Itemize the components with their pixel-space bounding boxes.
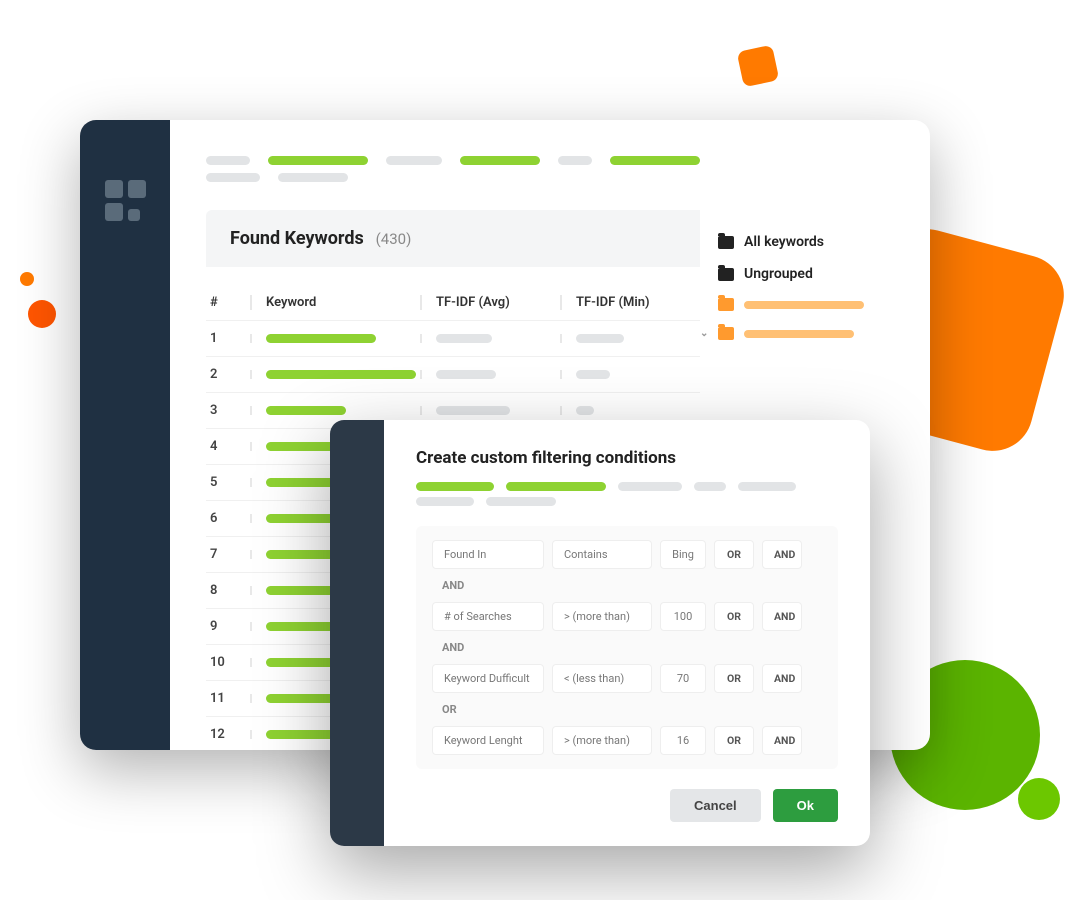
filter-join-label: OR xyxy=(442,703,822,716)
folder-icon xyxy=(718,236,734,249)
filter-operator[interactable]: > (more than) xyxy=(552,726,652,755)
section-count: (430) xyxy=(376,230,412,248)
row-keyword xyxy=(250,370,420,379)
group-label: Ungrouped xyxy=(744,266,813,282)
groups-panel: All keywords Ungrouped ⌄ xyxy=(700,156,894,348)
group-custom-2[interactable]: ⌄ xyxy=(700,319,894,348)
decor-orange-dot xyxy=(20,272,34,286)
chevron-down-icon[interactable]: ⌄ xyxy=(700,328,708,339)
row-keyword xyxy=(250,406,420,415)
group-label-skeleton xyxy=(744,301,864,309)
dashboard-icon[interactable] xyxy=(105,180,146,221)
ok-button[interactable]: Ok xyxy=(773,789,838,822)
row-number: 5 xyxy=(206,475,250,490)
row-number: 9 xyxy=(206,619,250,634)
filter-field[interactable]: Keyword Lenght xyxy=(432,726,544,755)
folder-icon xyxy=(718,298,734,311)
filter-operator[interactable]: < (less than) xyxy=(552,664,652,693)
row-number: 3 xyxy=(206,403,250,418)
modal-title: Create custom filtering conditions xyxy=(416,448,838,468)
section-title: Found Keywords xyxy=(230,228,364,249)
decor-orange-circle xyxy=(28,300,56,328)
group-custom-1[interactable] xyxy=(700,290,894,319)
row-number: 8 xyxy=(206,583,250,598)
filter-value[interactable]: 16 xyxy=(660,726,706,755)
folder-icon xyxy=(718,268,734,281)
row-keyword xyxy=(250,334,420,343)
filter-or[interactable]: OR xyxy=(714,726,754,755)
filter-operator[interactable]: Contains xyxy=(552,540,652,569)
filter-join-label: AND xyxy=(442,579,822,592)
filter-modal: Create custom filtering conditions Found… xyxy=(330,420,870,846)
filter-or[interactable]: OR xyxy=(714,664,754,693)
filter-and[interactable]: AND xyxy=(762,664,802,693)
filter-row: # of Searches > (more than) 100 OR AND xyxy=(432,602,822,631)
row-avg xyxy=(420,334,560,343)
row-min xyxy=(560,406,700,415)
filter-row: Keyword Dufficult < (less than) 70 OR AND xyxy=(432,664,822,693)
modal-skeleton-2 xyxy=(416,497,838,506)
filter-field[interactable]: # of Searches xyxy=(432,602,544,631)
row-number: 11 xyxy=(206,691,250,706)
filter-conditions: Found InContainsBingORANDAND# of Searche… xyxy=(416,526,838,769)
modal-skeleton-1 xyxy=(416,482,838,491)
filter-row: Found In Contains Bing OR AND xyxy=(432,540,822,569)
filter-value[interactable]: 100 xyxy=(660,602,706,631)
table-row[interactable]: 1 xyxy=(206,320,700,356)
group-label: All keywords xyxy=(744,234,824,250)
filter-or[interactable]: OR xyxy=(714,540,754,569)
row-min xyxy=(560,334,700,343)
table-header: # Keyword TF-IDF (Avg) TF-IDF (Min) xyxy=(206,285,700,320)
row-number: 12 xyxy=(206,727,250,742)
folder-icon xyxy=(718,327,734,340)
filter-and[interactable]: AND xyxy=(762,602,802,631)
col-keyword: Keyword xyxy=(250,295,420,310)
filter-field[interactable]: Keyword Dufficult xyxy=(432,664,544,693)
modal-sidebar xyxy=(330,420,384,846)
col-tfidf-min: TF-IDF (Min) xyxy=(560,295,700,310)
group-label-skeleton xyxy=(744,330,854,338)
section-header: Found Keywords (430) xyxy=(206,210,700,267)
decor-green-circle-small xyxy=(1018,778,1060,820)
filter-and[interactable]: AND xyxy=(762,726,802,755)
filter-field[interactable]: Found In xyxy=(432,540,544,569)
row-number: 6 xyxy=(206,511,250,526)
breadcrumb-skeleton xyxy=(206,156,700,165)
filter-and[interactable]: AND xyxy=(762,540,802,569)
group-all-keywords[interactable]: All keywords xyxy=(700,226,894,258)
filter-value[interactable]: 70 xyxy=(660,664,706,693)
row-number: 1 xyxy=(206,331,250,346)
row-number: 7 xyxy=(206,547,250,562)
filter-value[interactable]: Bing xyxy=(660,540,706,569)
filter-join-label: AND xyxy=(442,641,822,654)
decor-orange-square xyxy=(737,45,780,88)
breadcrumb-skeleton-2 xyxy=(206,173,700,182)
group-ungrouped[interactable]: Ungrouped xyxy=(700,258,894,290)
row-min xyxy=(560,370,700,379)
filter-row: Keyword Lenght > (more than) 16 OR AND xyxy=(432,726,822,755)
main-sidebar xyxy=(80,120,170,750)
filter-operator[interactable]: > (more than) xyxy=(552,602,652,631)
filter-or[interactable]: OR xyxy=(714,602,754,631)
row-number: 2 xyxy=(206,367,250,382)
row-number: 4 xyxy=(206,439,250,454)
row-avg xyxy=(420,370,560,379)
row-avg xyxy=(420,406,560,415)
table-row[interactable]: 2 xyxy=(206,356,700,392)
row-number: 10 xyxy=(206,655,250,670)
cancel-button[interactable]: Cancel xyxy=(670,789,761,822)
col-number: # xyxy=(206,295,250,310)
modal-footer: Cancel Ok xyxy=(416,789,838,822)
col-tfidf-avg: TF-IDF (Avg) xyxy=(420,295,560,310)
